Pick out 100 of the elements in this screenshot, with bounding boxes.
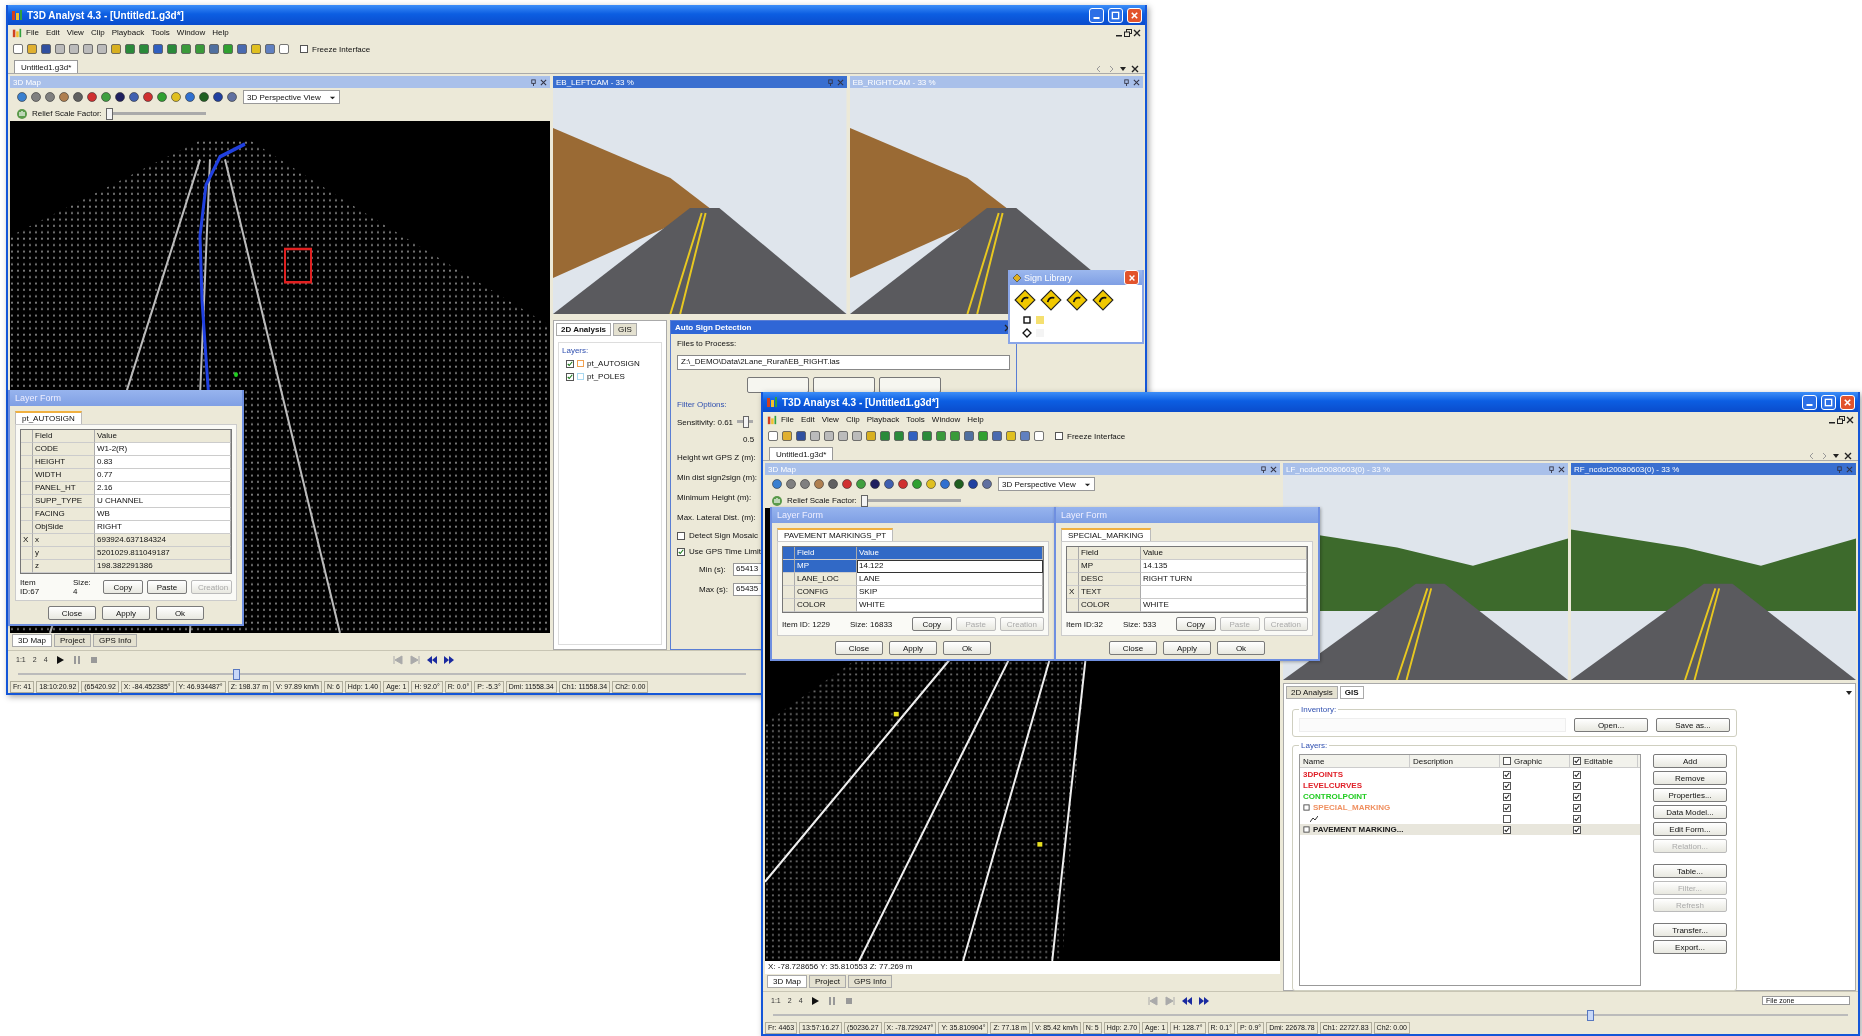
map-tool-icon[interactable] xyxy=(86,91,98,103)
menu-item[interactable]: View xyxy=(63,28,87,37)
hand-icon[interactable] xyxy=(771,494,783,507)
checkbox[interactable] xyxy=(1573,814,1581,823)
layer-tab[interactable]: SPECIAL_MARKING xyxy=(1061,528,1151,541)
file-path-field[interactable]: Z:\_DEMO\Data\2Lane_Rural\EB_RIGHT.las xyxy=(677,355,1010,370)
restore-icon[interactable] xyxy=(1124,28,1132,37)
toolbar-icon[interactable] xyxy=(851,430,863,442)
menu-item[interactable]: Playback xyxy=(108,28,148,37)
table-cell[interactable]: 14.135 xyxy=(1141,560,1307,573)
box-icon[interactable] xyxy=(1303,804,1310,811)
toolbar-icon[interactable] xyxy=(963,430,975,442)
table-cell[interactable]: WHITE xyxy=(1141,599,1307,612)
table-cell[interactable] xyxy=(1141,586,1307,599)
toolbar-icon[interactable] xyxy=(96,43,108,55)
row-marker[interactable] xyxy=(21,469,33,482)
toolbar-icon[interactable] xyxy=(278,43,290,55)
close-icon[interactable] xyxy=(1133,78,1140,86)
push-button[interactable]: Edit Form... xyxy=(1653,822,1727,836)
map-tool-icon[interactable] xyxy=(142,91,154,103)
toolbar-icon[interactable] xyxy=(1005,430,1017,442)
row-marker[interactable] xyxy=(21,443,33,456)
row-marker[interactable] xyxy=(21,560,33,573)
map-tool-icon[interactable] xyxy=(226,91,238,103)
slider-thumb[interactable] xyxy=(742,416,749,428)
push-button[interactable]: Remove xyxy=(1653,771,1727,785)
toolbar-icon[interactable] xyxy=(236,43,248,55)
restore-icon[interactable] xyxy=(1837,415,1845,424)
push-button[interactable]: Transfer... xyxy=(1653,923,1727,937)
box-icon[interactable] xyxy=(1303,826,1310,833)
menu-item[interactable]: Window xyxy=(173,28,209,37)
checkbox[interactable] xyxy=(1573,770,1581,779)
diamond-icon[interactable] xyxy=(1022,328,1032,338)
table-cell[interactable]: SKIP xyxy=(857,586,1043,599)
menu-item[interactable]: Edit xyxy=(797,415,818,424)
toolbar-icon[interactable] xyxy=(893,430,905,442)
toolbar-icon[interactable] xyxy=(921,430,933,442)
toolbar-icon[interactable] xyxy=(124,43,136,55)
menu-item[interactable]: Playback xyxy=(863,415,903,424)
toolbar-icon[interactable] xyxy=(1019,430,1031,442)
map-tool-icon[interactable] xyxy=(114,91,126,103)
map-tool-icon[interactable] xyxy=(953,478,965,490)
rewind-icon[interactable] xyxy=(1181,995,1192,1006)
layer-tab[interactable]: pt_AUTOSIGN xyxy=(15,411,82,424)
panel-tab[interactable]: GPS Info xyxy=(92,634,138,647)
toolbar-icon[interactable] xyxy=(222,43,234,55)
play-icon[interactable] xyxy=(54,654,65,665)
row-marker[interactable] xyxy=(21,456,33,469)
dropdown-icon[interactable] xyxy=(1832,452,1840,460)
map-tool-icon[interactable] xyxy=(967,478,979,490)
layer-row[interactable]: PAVEMENT MARKING... xyxy=(1300,824,1640,835)
slider-thumb[interactable] xyxy=(233,668,241,680)
dropdown-icon[interactable] xyxy=(1119,65,1127,73)
toolbar-icon[interactable] xyxy=(194,43,206,55)
table-cell[interactable]: 2.16 xyxy=(95,482,231,495)
menu-item[interactable]: Window xyxy=(928,415,964,424)
toolbar-icon[interactable] xyxy=(991,430,1003,442)
push-button[interactable]: Close xyxy=(835,641,883,655)
panel-tab[interactable]: 2D Analysis xyxy=(1286,686,1338,699)
toolbar-icon[interactable] xyxy=(250,43,262,55)
map-tool-icon[interactable] xyxy=(212,91,224,103)
minimize-button[interactable] xyxy=(1089,7,1104,23)
checkbox[interactable] xyxy=(1503,757,1511,765)
minimize-button[interactable] xyxy=(1802,394,1817,410)
warning-sign-icon[interactable] xyxy=(1014,289,1036,311)
panel-tab[interactable]: 3D Map xyxy=(12,634,52,647)
rewind-icon[interactable] xyxy=(426,654,437,665)
maximize-button[interactable] xyxy=(1821,394,1836,410)
toolbar-icon[interactable] xyxy=(208,43,220,55)
menu-item[interactable]: Tools xyxy=(148,28,173,37)
menu-item[interactable]: Clip xyxy=(87,28,108,37)
toolbar-icon[interactable] xyxy=(837,430,849,442)
row-marker[interactable] xyxy=(1067,573,1079,586)
row-marker[interactable] xyxy=(21,547,33,560)
map-tool-icon[interactable] xyxy=(72,91,84,103)
table-cell[interactable]: 693924.637184324 xyxy=(95,534,231,547)
checkbox[interactable] xyxy=(566,359,574,368)
toolbar-icon[interactable] xyxy=(166,43,178,55)
push-button[interactable]: Export... xyxy=(1653,940,1727,954)
push-button[interactable]: Apply xyxy=(102,606,150,620)
panel-tab[interactable]: GIS xyxy=(613,323,637,336)
row-marker[interactable] xyxy=(783,586,795,599)
fast-forward-icon[interactable] xyxy=(443,654,454,665)
pin-icon[interactable] xyxy=(530,78,537,86)
row-marker[interactable] xyxy=(21,482,33,495)
push-button[interactable]: Copy xyxy=(1175,617,1216,631)
layer-name[interactable]: pt_POLES xyxy=(587,372,625,381)
push-button[interactable]: Ok xyxy=(943,641,991,655)
row-marker[interactable] xyxy=(21,521,33,534)
panel-tab[interactable]: GIS xyxy=(1339,686,1364,699)
menu-item[interactable]: File xyxy=(23,28,42,37)
toolbar-icon[interactable] xyxy=(110,43,122,55)
table-cell[interactable]: 0.77 xyxy=(95,469,231,482)
table-cell[interactable]: WB xyxy=(95,508,231,521)
map-tool-icon[interactable] xyxy=(128,91,140,103)
table-cell[interactable]: W1-2(R) xyxy=(95,443,231,456)
push-button[interactable]: Table... xyxy=(1653,864,1727,878)
push-button[interactable]: Copy xyxy=(102,580,143,594)
checkbox[interactable] xyxy=(1503,803,1511,812)
row-marker[interactable] xyxy=(783,573,795,586)
